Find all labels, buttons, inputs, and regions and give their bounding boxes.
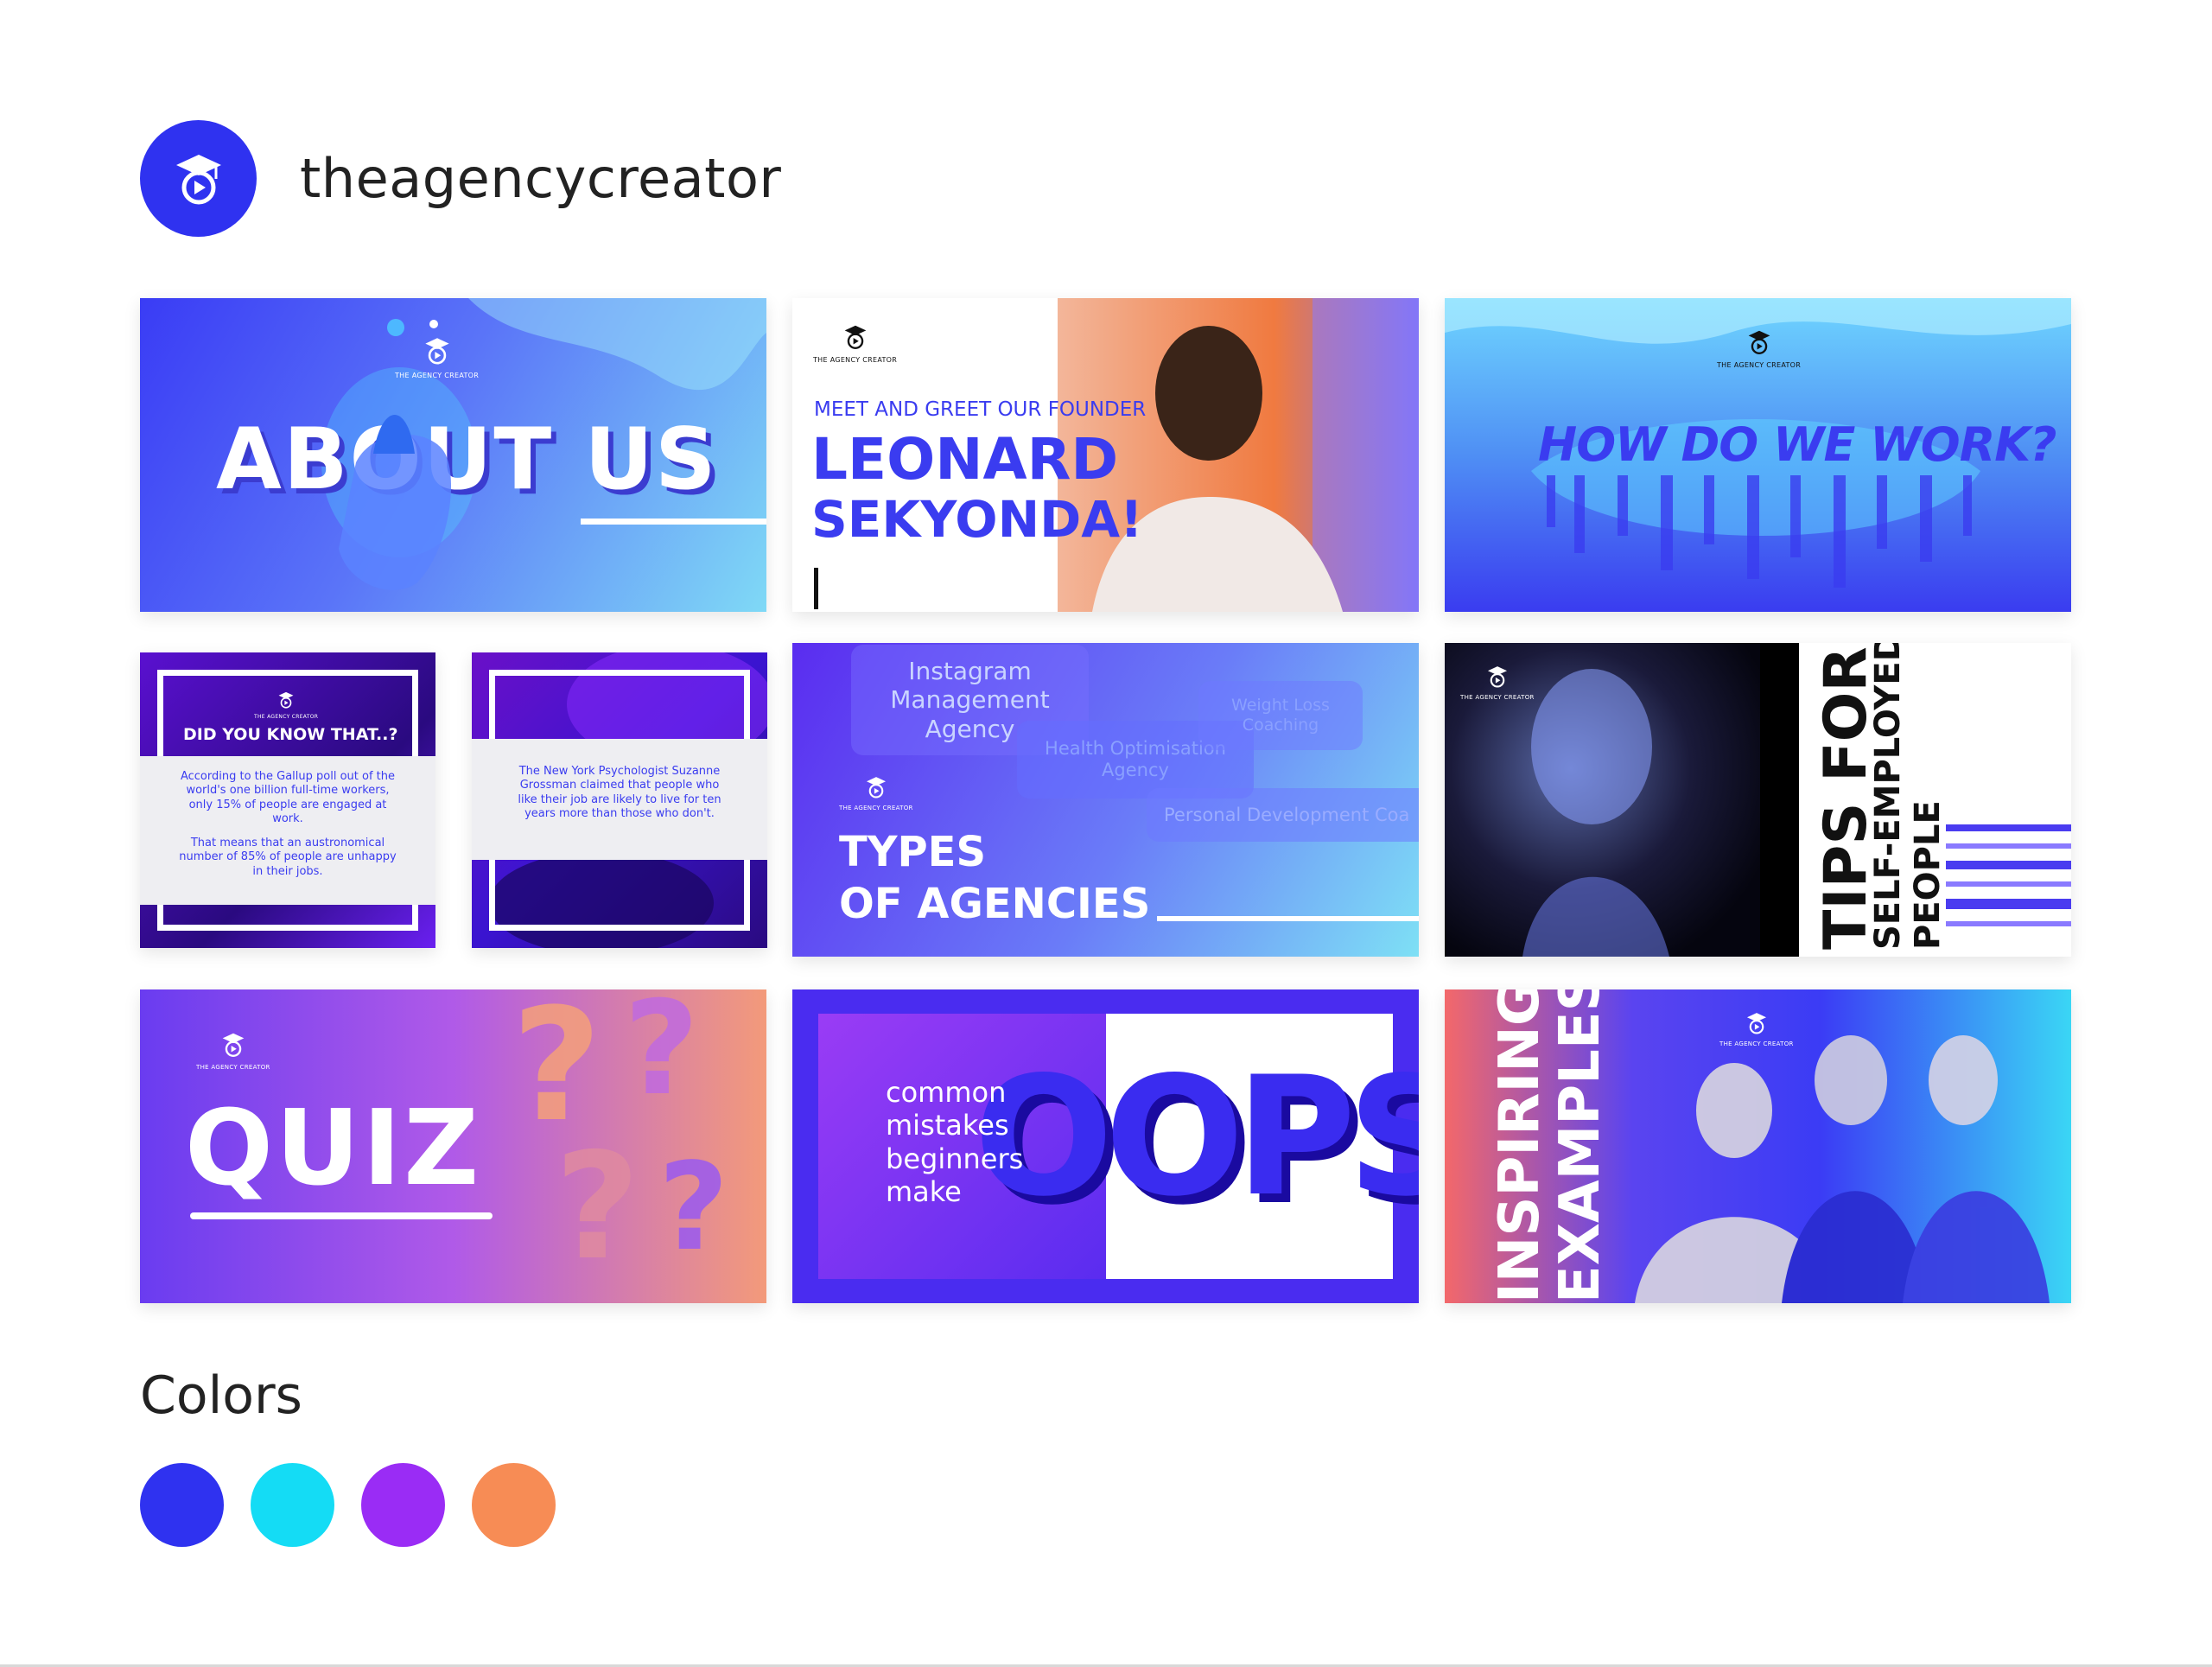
card-title-line: OF AGENCIES [839,880,1151,928]
card-about-us[interactable]: THE AGENCY CREATOR ABOUT US [140,298,766,612]
card-logo: THE AGENCY CREATOR [196,1028,270,1071]
underline [190,1212,493,1219]
logo-caption: THE AGENCY CREATOR [196,1064,270,1071]
svg-text:?: ? [658,1137,728,1278]
founder-kicker: MEET AND GREET OUR FOUNDER [814,398,1147,421]
underline [581,519,766,525]
oops-script: common mistakes beginners make [886,1076,1024,1209]
graduation-cap-play-icon [844,325,866,350]
melting-text-graphic [1547,475,1972,588]
founder-last-name: SEKYONDA! [811,490,1143,549]
card-did-you-know[interactable]: THE AGENCY CREATOR DID YOU KNOW THAT..? … [140,652,435,948]
graduation-cap-play-icon [222,1033,245,1058]
underline [1157,916,1419,921]
color-swatches [140,1463,556,1547]
graduation-cap-play-icon [278,691,294,709]
stripe-graphic [1946,824,2071,926]
card-ny-psychologist[interactable]: The New York Psychologist Suzanne Grossm… [472,652,767,948]
divider [814,568,818,609]
color-swatch-purple[interactable] [361,1463,445,1547]
card-types-of-agencies[interactable]: Instagram Management Agency Health Optim… [792,643,1419,957]
svg-text:?: ? [555,1122,640,1293]
hand-sculpture-graphic [339,415,766,590]
card-logo: THE AGENCY CREATOR [813,321,897,364]
card-logo: THE AGENCY CREATOR [254,689,318,720]
founder-first-name: LEONARD [811,426,1119,493]
brand-avatar[interactable] [140,120,257,237]
card-logo: THE AGENCY CREATOR [1719,1008,1794,1047]
brand-header: theagencycreator [140,120,781,237]
color-swatch-blue[interactable] [140,1463,224,1547]
card-oops[interactable]: OOPS! common mistakes beginners make [792,989,1419,1303]
logo-caption: THE AGENCY CREATOR [1719,1040,1794,1047]
agency-bubble: Personal Development Coa [1147,788,1419,842]
logo-caption: THE AGENCY CREATOR [254,714,319,720]
card-inspiring-examples[interactable]: THE AGENCY CREATOR INSPIRING EXAMPLES [1445,989,2071,1303]
fact-text: That means that an austronomical number … [179,837,397,878]
fact-panel: According to the Gallup poll out of the … [140,756,435,905]
fact-panel: The New York Psychologist Suzanne Grossm… [472,739,767,860]
color-swatch-cyan[interactable] [251,1463,334,1547]
card-founder[interactable]: THE AGENCY CREATOR MEET AND GREET OUR FO… [792,298,1419,612]
card-title-line: TYPES [839,828,987,876]
agency-bubble: Weight Loss Coaching [1198,681,1363,750]
svg-text:?: ? [624,989,699,1124]
graduation-cap-play-icon [1746,1013,1766,1034]
inspiring-vertical-title: INSPIRING [1488,989,1552,1303]
graduation-cap-play-icon [175,154,221,204]
card-quiz[interactable]: ? ? ? ? THE AGENCY CREATOR QUIZ [140,989,766,1303]
card-how-we-work[interactable]: THE AGENCY CREATOR HOW DO WE WORK? [1445,298,2071,612]
fact-text: According to the Gallup poll out of the … [180,770,396,825]
brand-name: theagencycreator [300,147,782,210]
logo-caption: THE AGENCY CREATOR [839,805,913,811]
card-title: DID YOU KNOW THAT..? [183,725,398,744]
logo-caption: THE AGENCY CREATOR [813,356,898,364]
colors-heading: Colors [140,1365,302,1426]
graduation-cap-play-icon [866,777,886,799]
card-title: QUIZ [185,1089,482,1209]
card-tips-self-employed[interactable]: THE AGENCY CREATOR TIPS FOR SELF-EMPLOYE… [1445,643,2071,957]
fact-text: The New York Psychologist Suzanne Grossm… [518,765,721,820]
color-swatch-orange[interactable] [472,1463,556,1547]
card-logo: THE AGENCY CREATOR [839,773,913,811]
inspiring-vertical-title: EXAMPLES [1548,989,1612,1303]
